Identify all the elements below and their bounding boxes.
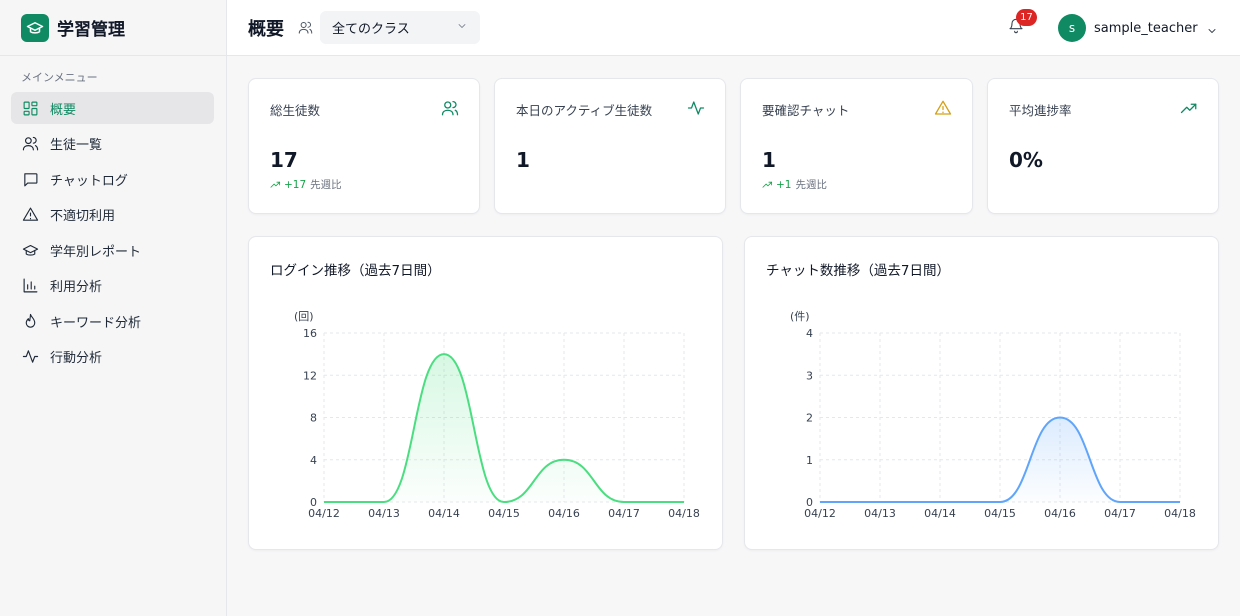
notification-badge: 17 bbox=[1016, 9, 1037, 26]
x-tick-label: 04/12 bbox=[804, 507, 836, 520]
stat-delta-label: 先週比 bbox=[795, 179, 827, 191]
stat-value: 1 bbox=[762, 148, 776, 172]
stat-card-active-students: 本日のアクティブ生徒数 1 bbox=[494, 78, 726, 214]
x-tick-label: 04/16 bbox=[548, 507, 580, 520]
user-menu[interactable]: s sample_teacher bbox=[1058, 14, 1218, 42]
sidebar-item-inappropriate[interactable]: 不適切利用 bbox=[11, 199, 214, 231]
stat-delta: +17 bbox=[284, 178, 307, 191]
sidebar-item-behavior-analysis[interactable]: 行動分析 bbox=[11, 341, 214, 373]
menu-heading: メインメニュー bbox=[21, 71, 98, 84]
stat-trend: +17 先週比 bbox=[270, 177, 342, 192]
y-tick-label: 1 bbox=[806, 454, 813, 467]
class-select[interactable]: 全てのクラス bbox=[320, 11, 480, 44]
sidebar-menu: 概要 生徒一覧 チャットログ 不適切利用 学年別レポート 利用分析 キーワード分… bbox=[0, 92, 226, 373]
x-tick-label: 04/18 bbox=[1164, 507, 1196, 520]
y-tick-label: 16 bbox=[303, 327, 317, 340]
x-tick-label: 04/14 bbox=[428, 507, 460, 520]
stat-title: 平均進捗率 bbox=[1009, 103, 1072, 118]
brand: 学習管理 bbox=[0, 0, 226, 56]
stat-title: 本日のアクティブ生徒数 bbox=[516, 103, 653, 118]
trending-up-icon bbox=[762, 181, 773, 188]
activity-icon bbox=[687, 99, 705, 117]
dashboard-icon bbox=[21, 99, 39, 117]
x-tick-label: 04/13 bbox=[368, 507, 400, 520]
y-axis-label: (件) bbox=[790, 310, 810, 323]
stat-value: 17 bbox=[270, 148, 298, 172]
users-icon bbox=[441, 99, 459, 117]
chat-trend-chart: 01234(件)04/12 04/13 04/14 04/15 04/16 04/17 04… bbox=[790, 310, 1196, 520]
y-axis-label: (回) bbox=[294, 310, 314, 323]
x-tick-label: 04/18 bbox=[668, 507, 700, 520]
app-title: 学習管理 bbox=[57, 20, 125, 40]
username: sample_teacher bbox=[1094, 20, 1198, 36]
sidebar-item-keyword-analysis[interactable]: キーワード分析 bbox=[11, 305, 214, 337]
sidebar-item-label: チャットログ bbox=[50, 173, 128, 189]
stat-title: 総生徒数 bbox=[270, 103, 321, 118]
warning-icon bbox=[21, 206, 39, 224]
top-header: 概要 全てのクラス 17 s sample_teacher bbox=[227, 0, 1240, 56]
stat-title: 要確認チャット bbox=[762, 103, 850, 118]
stat-card-average-progress: 平均進捗率 0% bbox=[987, 78, 1219, 214]
chevron-down-icon bbox=[1206, 22, 1218, 34]
trending-up-icon bbox=[270, 181, 281, 188]
sidebar-item-label: 生徒一覧 bbox=[50, 138, 103, 153]
flame-icon bbox=[21, 312, 39, 330]
sidebar: 学習管理 メインメニュー 概要 生徒一覧 チャットログ 不適切利用 学年別レポー… bbox=[0, 0, 227, 616]
stat-card-flagged-chats: 要確認チャット 1 +1 先週比 bbox=[740, 78, 973, 214]
sidebar-item-chatlog[interactable]: チャットログ bbox=[11, 163, 214, 195]
sidebar-item-label: キーワード分析 bbox=[50, 315, 142, 331]
x-tick-label: 04/12 bbox=[308, 507, 340, 520]
chat-trend-card: チャット数推移（過去7日間） 0 1 2 3 4 (件) 04/12 04/13 04/14 04… bbox=[744, 236, 1219, 550]
stat-delta-label: 先週比 bbox=[310, 179, 342, 191]
activity-icon bbox=[21, 348, 39, 366]
sidebar-item-label: 概要 bbox=[50, 102, 77, 118]
x-tick-label: 04/15 bbox=[984, 507, 1016, 520]
sidebar-item-label: 不適切利用 bbox=[50, 209, 116, 224]
sidebar-item-label: 行動分析 bbox=[50, 351, 103, 366]
y-tick-label: 3 bbox=[806, 369, 813, 382]
stat-value: 0% bbox=[1009, 148, 1043, 172]
x-tick-label: 04/17 bbox=[1104, 507, 1136, 520]
sidebar-item-overview[interactable]: 概要 bbox=[11, 92, 214, 124]
login-trend-chart: 0481216(回)04/12 04/13 04/14 04/15 04/16 04/17… bbox=[294, 310, 700, 520]
chevron-down-icon bbox=[456, 20, 468, 36]
graduation-cap-icon bbox=[21, 241, 39, 259]
x-tick-label: 04/14 bbox=[924, 507, 956, 520]
stat-value: 1 bbox=[516, 148, 530, 172]
bar-chart-icon bbox=[21, 277, 39, 295]
y-tick-label: 4 bbox=[310, 454, 317, 467]
users-icon bbox=[298, 20, 314, 36]
chat-icon bbox=[21, 170, 39, 188]
stat-card-total-students: 総生徒数 17 +17 先週比 bbox=[248, 78, 480, 214]
sidebar-item-students[interactable]: 生徒一覧 bbox=[11, 128, 214, 160]
x-tick-label: 04/17 bbox=[608, 507, 640, 520]
graduation-cap-logo-icon bbox=[21, 13, 49, 42]
stat-delta: +1 bbox=[776, 178, 792, 191]
sidebar-item-label: 学年別レポート bbox=[50, 244, 142, 260]
avatar: s bbox=[1058, 14, 1086, 42]
users-icon bbox=[21, 135, 39, 153]
login-trend-card: ログイン推移（過去7日間） 0 4 8 12 16 (回) 04/12 04/13 04/14 0… bbox=[248, 236, 723, 550]
x-tick-label: 04/16 bbox=[1044, 507, 1076, 520]
sidebar-item-label: 利用分析 bbox=[50, 280, 103, 295]
y-tick-label: 2 bbox=[806, 412, 813, 425]
x-tick-label: 04/15 bbox=[488, 507, 520, 520]
warning-icon bbox=[934, 99, 952, 117]
class-select-value: 全てのクラス bbox=[332, 22, 410, 37]
y-tick-label: 8 bbox=[310, 412, 317, 425]
sidebar-item-usage-analysis[interactable]: 利用分析 bbox=[11, 270, 214, 302]
stat-trend: +1 先週比 bbox=[762, 177, 827, 192]
x-tick-label: 04/13 bbox=[864, 507, 896, 520]
page-title: 概要 bbox=[248, 18, 284, 40]
trending-up-icon bbox=[1180, 99, 1198, 117]
sidebar-item-grade-report[interactable]: 学年別レポート bbox=[11, 234, 214, 266]
y-tick-label: 4 bbox=[806, 327, 813, 340]
y-tick-label: 12 bbox=[303, 369, 317, 382]
